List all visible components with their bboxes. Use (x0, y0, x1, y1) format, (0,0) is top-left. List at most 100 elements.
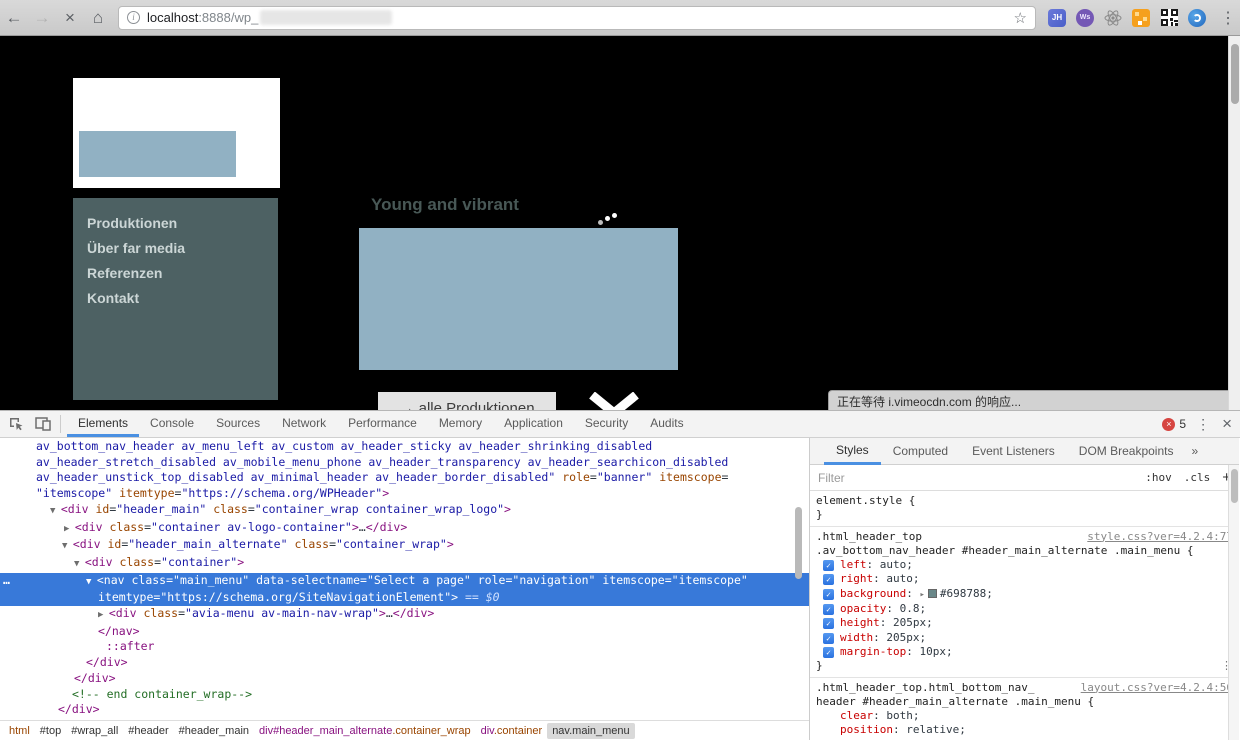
dom-node[interactable]: ▼ <div class="container"> (0, 555, 809, 573)
devtools-close-icon[interactable]: × (1222, 414, 1232, 434)
page-scrollbar[interactable] (1228, 36, 1240, 410)
dom-node[interactable]: ▶ <div class="container av-logo-containe… (0, 520, 809, 538)
expand-icon[interactable]: ▸ (919, 590, 924, 600)
qr-code-extension-icon[interactable] (1160, 9, 1178, 27)
breadcrumb-item[interactable]: #wrap_all (66, 723, 123, 739)
scroll-down-chevron-icon[interactable] (588, 392, 640, 410)
blue-globe-extension-icon[interactable] (1188, 8, 1206, 27)
dom-node[interactable]: <!-- end container_wrap--> (0, 687, 809, 703)
page-scrollbar-thumb[interactable] (1231, 44, 1239, 104)
css-property[interactable]: position: relative; (816, 723, 1233, 737)
dom-node[interactable]: av_bottom_nav_header av_menu_left av_cus… (0, 439, 809, 455)
breadcrumb-item[interactable]: html (4, 723, 35, 739)
css-property[interactable]: ✓ opacity: 0.8; (816, 602, 1233, 616)
page-info-icon[interactable]: i (127, 11, 140, 24)
property-checkbox[interactable]: ✓ (823, 604, 834, 616)
dom-node[interactable]: </div> (0, 655, 809, 671)
breadcrumb-item[interactable]: #header (123, 723, 173, 739)
elements-scrollbar-thumb[interactable] (795, 507, 802, 579)
dom-node-selected[interactable]: itemtype="https://schema.org/SiteNavigat… (0, 590, 809, 607)
color-swatch[interactable] (927, 588, 937, 598)
stylesheet-link[interactable]: layout.css?ver=4.2.4:56 (1081, 681, 1233, 695)
css-property[interactable]: ✓ margin-top: 10px; (816, 645, 1233, 659)
styles-filter-row: :hov .cls + (810, 465, 1239, 491)
property-checkbox[interactable]: ✓ (823, 588, 834, 600)
css-property[interactable]: ✓ right: auto; (816, 572, 1233, 586)
tab-console[interactable]: Console (139, 411, 205, 437)
breadcrumb-item[interactable]: #top (35, 723, 66, 739)
tab-application[interactable]: Application (493, 411, 574, 437)
dom-node[interactable]: </div> (0, 671, 809, 687)
home-icon[interactable]: ⌂ (84, 8, 112, 28)
dom-node[interactable]: <div class="header_bg"></div> (0, 718, 809, 719)
css-rule: .html_header_top.html_bottom_nav_ layout.… (810, 678, 1239, 740)
styles-scrollbar-thumb[interactable] (1231, 469, 1238, 503)
dom-node[interactable]: av_header_unstick_top_disabled av_minima… (0, 470, 809, 486)
property-checkbox[interactable]: ✓ (823, 574, 834, 586)
forward-icon[interactable]: → (28, 8, 56, 28)
property-checkbox[interactable]: ✓ (823, 618, 834, 630)
dom-node[interactable]: </div> (0, 702, 809, 718)
site-nav-item[interactable]: Kontakt (87, 286, 278, 311)
react-devtools-icon[interactable] (1104, 9, 1122, 27)
ws-extension-icon[interactable]: Ws (1076, 8, 1094, 27)
breadcrumb-item[interactable]: div#header_main_alternate.container_wrap (254, 723, 476, 739)
sidebar-tab-event-listeners[interactable]: Event Listeners (960, 439, 1067, 463)
styles-scrollbar[interactable] (1228, 465, 1239, 740)
dom-node[interactable]: ▼ <div id="header_main_alternate" class=… (0, 537, 809, 555)
property-checkbox[interactable]: ✓ (823, 560, 834, 572)
dom-node[interactable]: av_header_stretch_disabled av_mobile_men… (0, 455, 809, 471)
error-badge[interactable]: × 5 (1162, 417, 1186, 431)
site-nav-item[interactable]: Produktionen (87, 211, 278, 236)
tab-memory[interactable]: Memory (428, 411, 493, 437)
url-bar[interactable]: i localhost:8888/wp_ ☆ (118, 5, 1036, 30)
sidebar-tab-dom-breakpoints[interactable]: DOM Breakpoints (1067, 439, 1186, 463)
sidebar-tab-styles[interactable]: Styles (824, 438, 881, 465)
breadcrumb-item[interactable]: div.container (476, 723, 548, 739)
devtools-menu-icon[interactable]: ⋮ (1196, 416, 1210, 433)
styles-filter-input[interactable] (818, 470, 1134, 485)
tab-sources[interactable]: Sources (205, 411, 271, 437)
bookmark-star-icon[interactable]: ☆ (1014, 9, 1027, 27)
tab-network[interactable]: Network (271, 411, 337, 437)
css-property[interactable]: ✓ width: 205px; (816, 631, 1233, 645)
css-property[interactable]: ✓ left: auto; (816, 558, 1233, 572)
sidebar-tab-computed[interactable]: Computed (881, 439, 960, 463)
css-property[interactable]: clear: both; (816, 709, 1233, 723)
orange-grid-extension-icon[interactable] (1132, 8, 1150, 27)
stop-icon[interactable]: × (56, 8, 84, 28)
dom-node[interactable]: ▼ <div id="header_main" class="container… (0, 502, 809, 520)
back-icon[interactable]: ← (0, 8, 28, 28)
tab-performance[interactable]: Performance (337, 411, 428, 437)
dom-node[interactable]: </nav> (0, 624, 809, 640)
breadcrumb-item[interactable]: nav.main_menu (547, 722, 635, 739)
css-property[interactable]: ✓ background: ▸ #698788; (816, 587, 1233, 602)
inspect-element-icon[interactable] (5, 414, 27, 434)
breadcrumb-item[interactable]: #header_main (174, 723, 254, 739)
toggle-hover-state[interactable]: :hov (1145, 471, 1172, 484)
stylesheet-link[interactable]: style.css?ver=4.2.4:77 (1087, 530, 1233, 544)
dom-node-selected[interactable]: … ▼ <nav class="main_menu" data-selectnam… (0, 572, 809, 591)
device-toolbar-icon[interactable] (32, 414, 54, 434)
browser-menu-icon[interactable]: ⋮ (1218, 8, 1238, 28)
site-nav-item[interactable]: Über far media (87, 236, 278, 261)
sidebar-more-tabs-icon[interactable]: » (1191, 444, 1198, 458)
hero-image[interactable] (359, 228, 678, 370)
dom-node[interactable]: ▶ <div class="avia-menu av-main-nav-wrap… (0, 606, 809, 624)
dom-node[interactable]: ::after (0, 639, 809, 655)
jh-extension-icon[interactable]: JH (1048, 8, 1066, 27)
tab-security[interactable]: Security (574, 411, 639, 437)
site-nav-item[interactable]: Referenzen (87, 261, 278, 286)
tab-elements[interactable]: Elements (67, 411, 140, 437)
site-logo[interactable] (73, 78, 280, 188)
css-property[interactable]: ✓ height: 205px; (816, 616, 1233, 630)
tab-audits[interactable]: Audits (639, 411, 694, 437)
toggle-classes[interactable]: .cls (1184, 471, 1211, 484)
node-actions-icon[interactable]: … (3, 573, 10, 589)
element-style-block[interactable]: element.style { } (810, 491, 1239, 527)
property-checkbox[interactable]: ✓ (823, 646, 834, 658)
property-checkbox[interactable]: ✓ (823, 632, 834, 644)
dom-node[interactable]: "itemscope" itemtype="https://schema.org… (0, 486, 809, 502)
alle-produktionen-button[interactable]: → alle Produktionen (378, 392, 556, 410)
code-token: </div> (58, 702, 100, 717)
